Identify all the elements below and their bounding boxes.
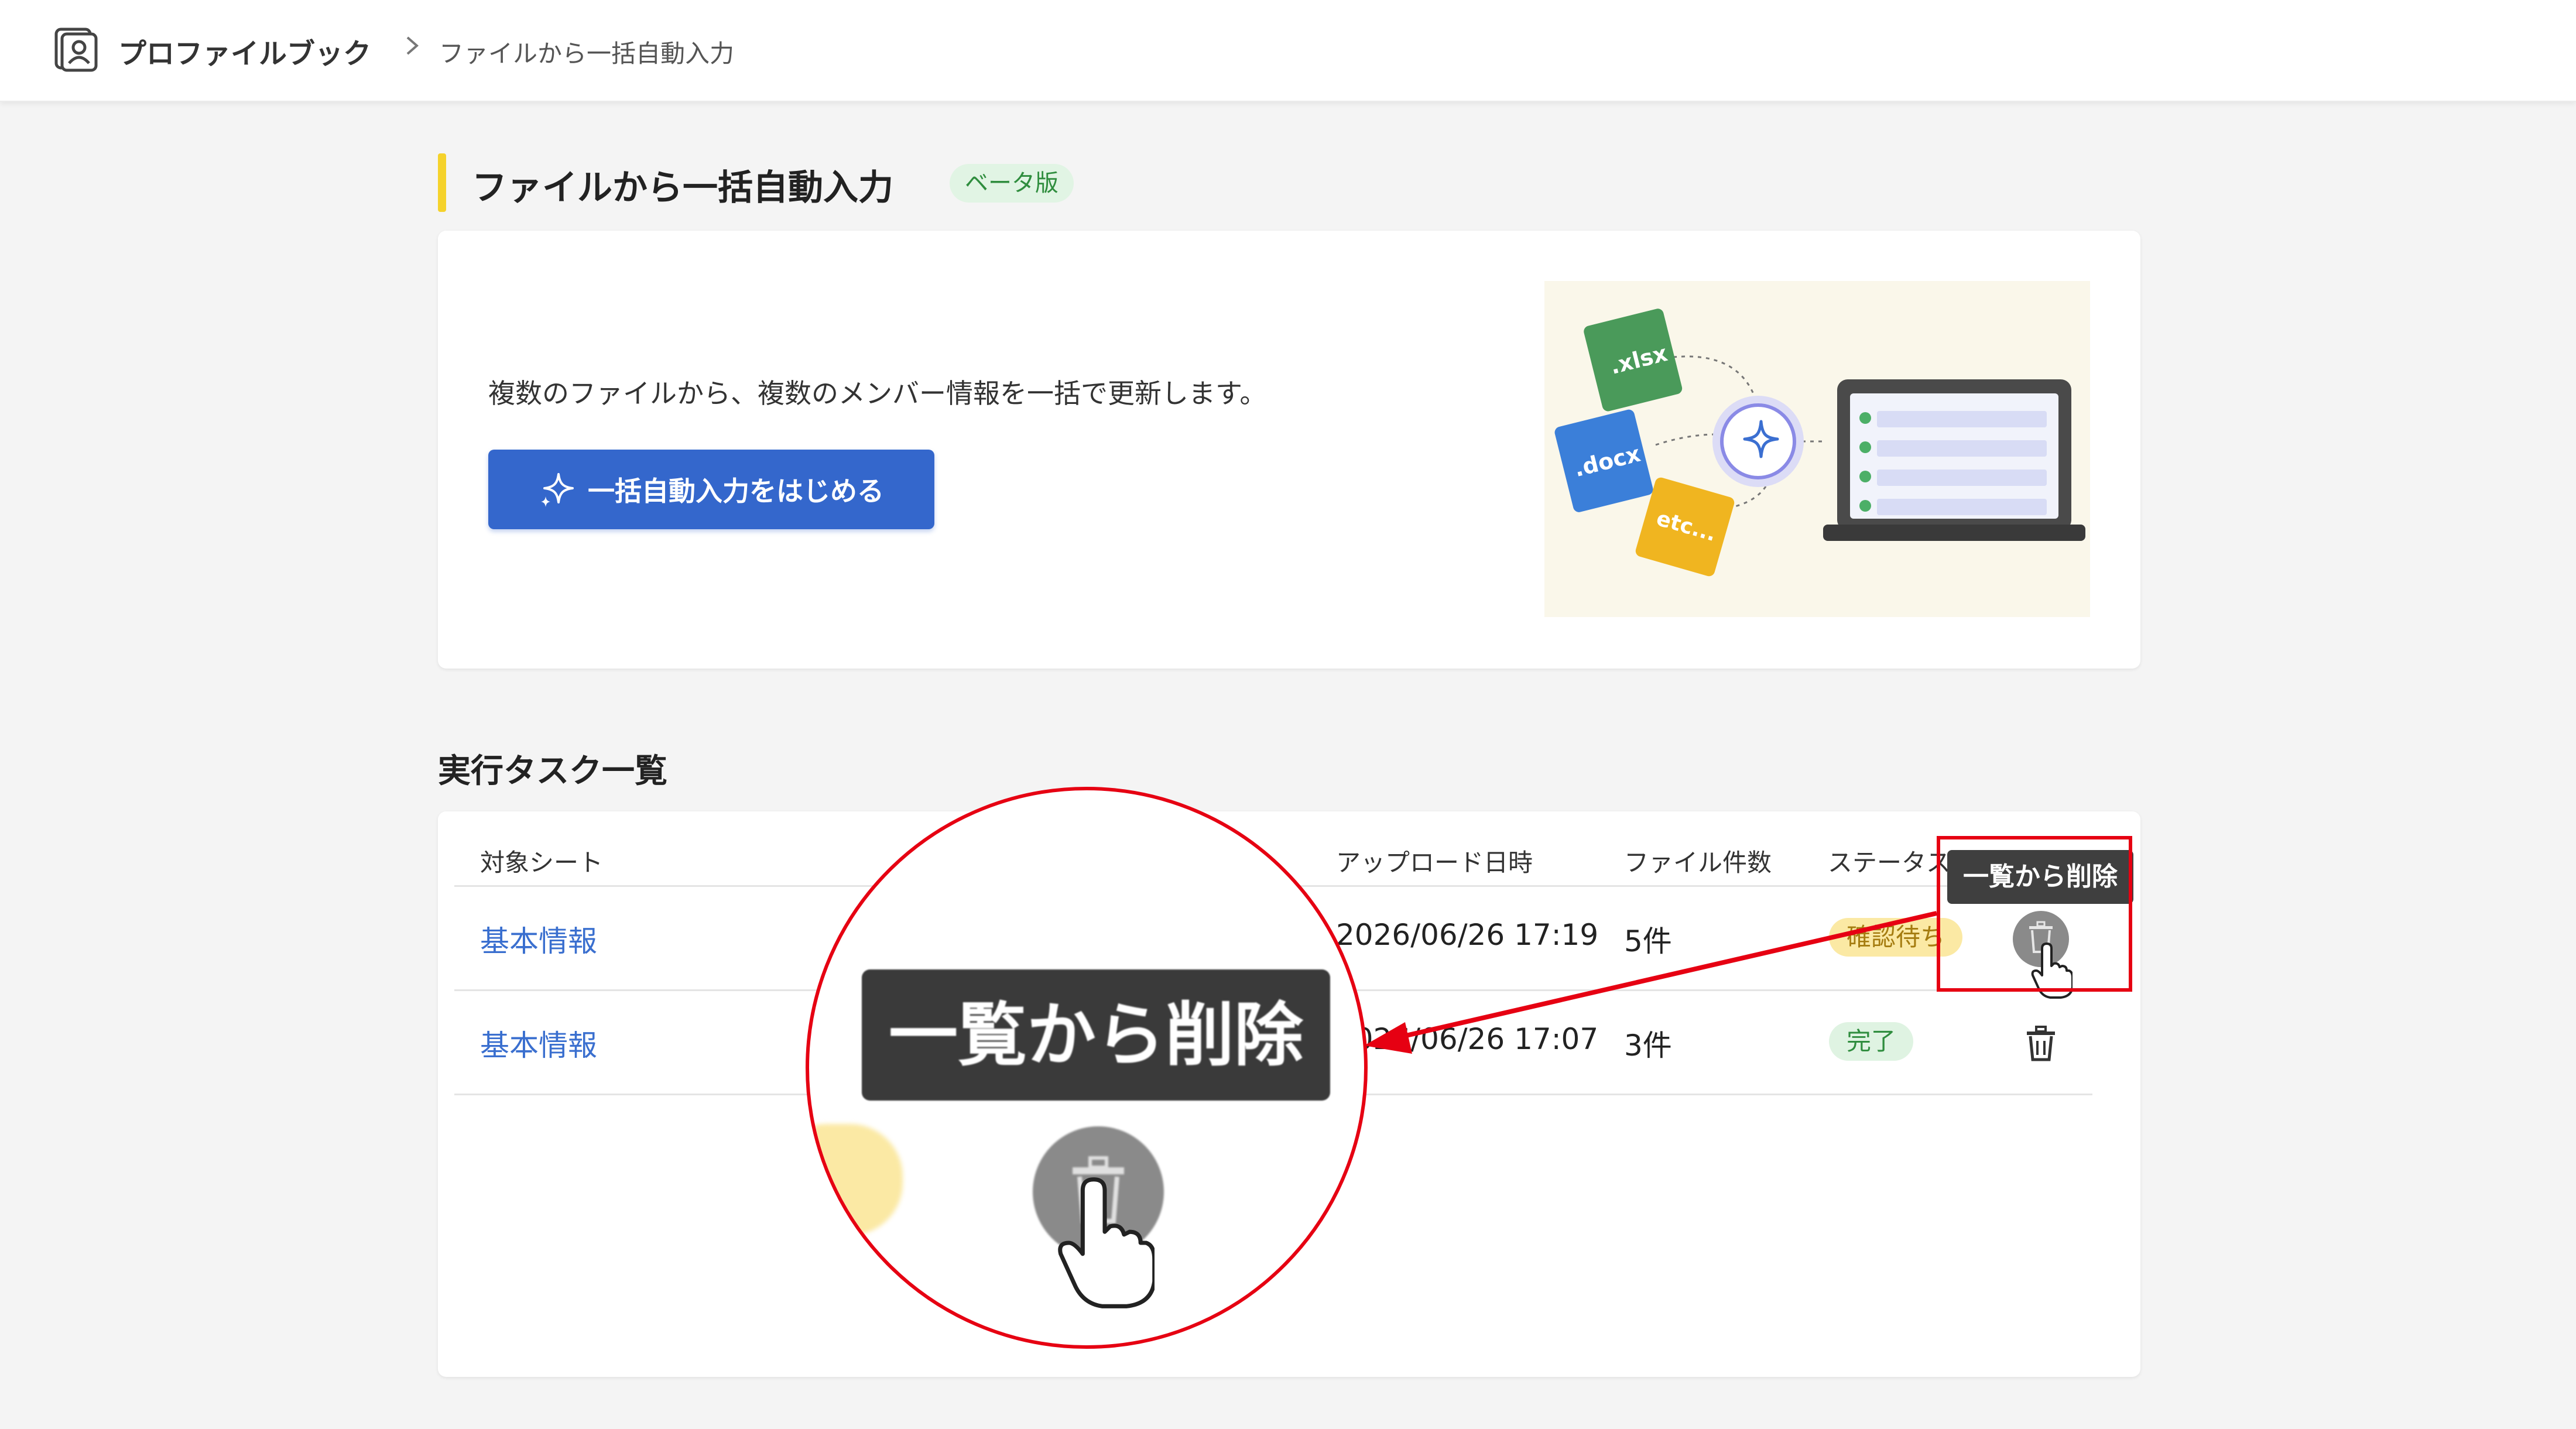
uploaded-at: 2026/06/26 17:19: [1336, 918, 1599, 952]
intro-description: 複数のファイルから、複数のメンバー情報を一括で更新します。: [488, 378, 1267, 409]
page-title: ファイルから一括自動入力: [472, 167, 893, 208]
start-bulk-input-button[interactable]: 一括自動入力をはじめる: [488, 450, 934, 529]
breadcrumb-current: ファイルから一括自動入力: [439, 39, 735, 68]
heading-accent-bar: [438, 153, 446, 212]
app-title[interactable]: プロファイルブック: [118, 30, 371, 71]
zoom-status-badge-fragment: [809, 1124, 903, 1235]
top-bar: プロファイルブック ファイルから一括自動入力: [0, 0, 2576, 102]
sheet-link[interactable]: 基本情報: [480, 918, 597, 960]
uploaded-at: 2026/06/26 17:07: [1336, 1022, 1599, 1056]
column-header-status: ステータス: [1828, 848, 1951, 877]
tasks-title: 実行タスク一覧: [438, 752, 667, 790]
highlight-box: [1937, 836, 2132, 992]
chevron-right-icon: [406, 36, 419, 55]
start-button-label: 一括自動入力をはじめる: [588, 475, 884, 507]
zoom-magnifier: 操作 一覧から削除: [806, 787, 1368, 1349]
sheet-link[interactable]: 基本情報: [480, 1022, 597, 1064]
file-count: 3件: [1624, 1029, 1672, 1063]
file-count: 5件: [1624, 924, 1672, 958]
column-header-file-count: ファイル件数: [1624, 848, 1772, 877]
column-header-sheet: 対象シート: [480, 848, 604, 877]
status-badge: 完了: [1829, 1022, 1914, 1061]
zoom-tooltip: 一覧から削除: [862, 969, 1330, 1101]
profile-book-icon[interactable]: [52, 26, 98, 73]
column-header-uploaded-at: アップロード日時: [1336, 848, 1533, 877]
beta-badge: ベータ版: [950, 164, 1074, 203]
bulk-input-illustration: .xlsx .docx etc...: [1544, 281, 2090, 617]
trash-icon[interactable]: [2023, 1024, 2058, 1063]
hand-cursor-icon: [1058, 1177, 1155, 1308]
sparkle-icon: [541, 473, 574, 507]
